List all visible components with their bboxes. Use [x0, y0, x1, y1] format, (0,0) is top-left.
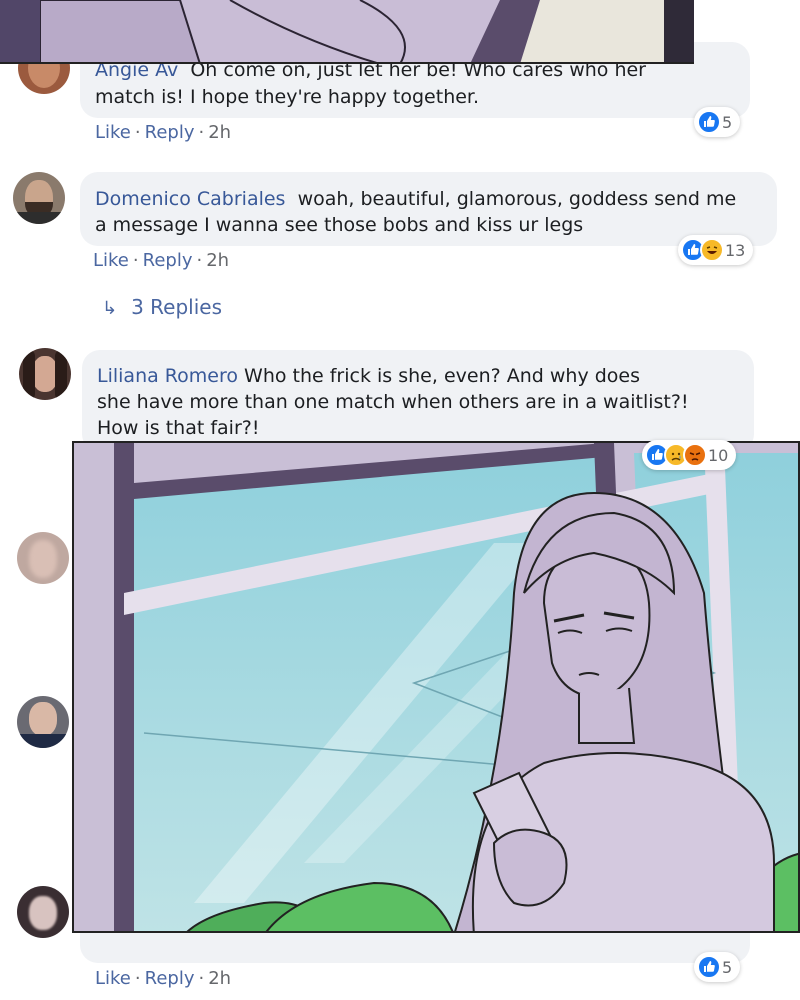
comment-timestamp[interactable]: 2h [208, 968, 231, 989]
reaction-summary[interactable]: 5 [694, 952, 741, 982]
comment-actions: Like · Reply · 2h [95, 968, 232, 989]
laugh-icon [700, 238, 724, 262]
reaction-count: 13 [725, 240, 746, 260]
comment-timestamp[interactable]: 2h [208, 122, 231, 143]
view-replies-link[interactable]: ↳ 3 Replies [102, 295, 222, 319]
replies-count: 3 Replies [131, 295, 223, 319]
comment-actions: Like · Reply · 2h [93, 250, 230, 271]
reaction-count: 5 [722, 112, 733, 132]
avatar[interactable] [19, 348, 71, 400]
comment-line: How is that fair?! [97, 417, 260, 439]
avatar[interactable] [17, 696, 69, 748]
reply-link[interactable]: Reply [143, 250, 193, 271]
comic-panel-overlap [0, 0, 694, 64]
comment-line: she have more than one match when others… [97, 391, 689, 413]
comment-line: Who the frick is she, even? And why does [244, 365, 641, 387]
angry-icon [683, 443, 707, 467]
comment-line: a message I wanna see those bobs and kis… [95, 214, 584, 236]
avatar[interactable] [17, 532, 69, 584]
comment-text: Domenico Cabriales woah, beautiful, glam… [95, 186, 736, 212]
comic-artwork-overlap [0, 0, 694, 64]
comment-line: match is! I hope they're happy together. [95, 86, 480, 108]
like-icon [697, 110, 721, 134]
reply-arrow-icon: ↳ [102, 298, 118, 319]
reaction-count: 5 [722, 957, 733, 977]
comment-actions: Like · Reply · 2h [95, 122, 232, 143]
reaction-summary[interactable]: 10 [642, 440, 737, 470]
comment-bubble [80, 933, 750, 963]
comic-panel [72, 441, 800, 933]
comment-author[interactable]: Liliana Romero [97, 365, 238, 387]
like-link[interactable]: Like [93, 250, 129, 271]
avatar[interactable] [17, 886, 69, 938]
reaction-summary[interactable]: 13 [678, 235, 754, 265]
reply-link[interactable]: Reply [145, 122, 195, 143]
reply-link[interactable]: Reply [145, 968, 195, 989]
reaction-count: 10 [708, 445, 729, 465]
comment-text: Liliana Romero Who the frick is she, eve… [97, 363, 640, 389]
like-link[interactable]: Like [95, 122, 131, 143]
reaction-summary[interactable]: 5 [694, 107, 741, 137]
like-link[interactable]: Like [95, 968, 131, 989]
comic-artwork [74, 443, 798, 931]
comment-timestamp[interactable]: 2h [206, 250, 229, 271]
comment-author[interactable]: Domenico Cabriales [95, 188, 285, 210]
avatar[interactable] [13, 172, 65, 224]
like-icon [697, 955, 721, 979]
comment-line: woah, beautiful, glamorous, goddess send… [297, 188, 737, 210]
